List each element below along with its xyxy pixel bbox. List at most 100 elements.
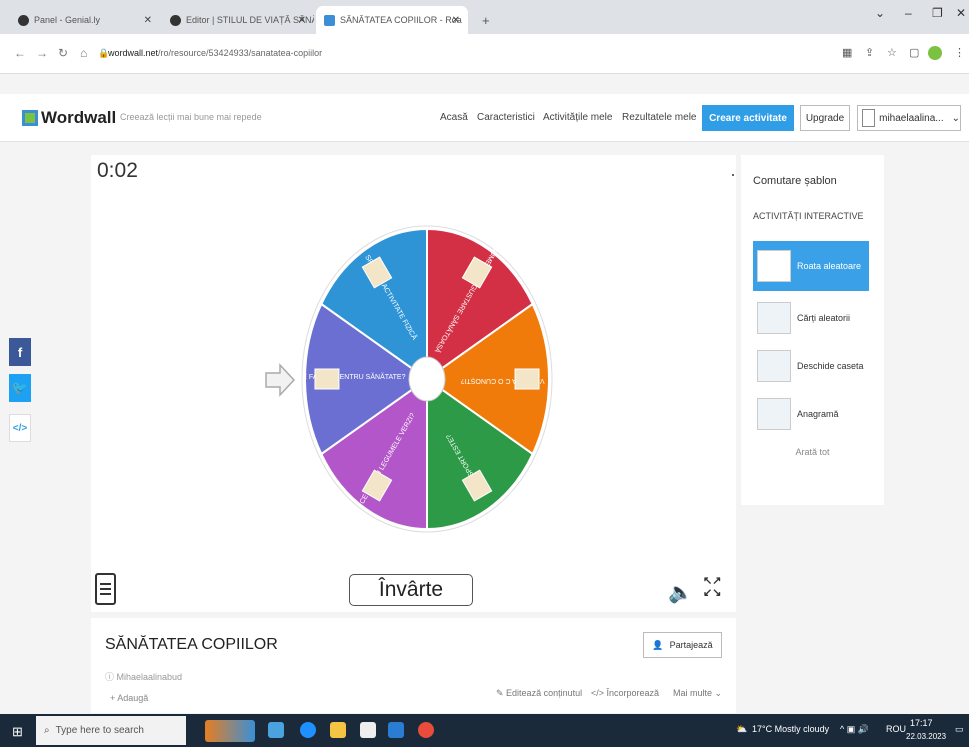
template-sidebar: Comutare șablon ACTIVITĂȚI INTERACTIVE R… (741, 155, 884, 505)
tab-label: Panel - Genial.ly (34, 15, 101, 25)
genially-favicon-icon (170, 14, 181, 26)
upgrade-button[interactable]: Upgrade (800, 105, 850, 131)
avatar (862, 109, 876, 127)
show-all-link[interactable]: Arată tot (741, 447, 884, 457)
timer: 0:02 (97, 159, 138, 182)
site-header: Wordwall Creează lecții mai bune mai rep… (0, 94, 969, 142)
browser-tab[interactable]: Panel - Genial.ly ✕ (10, 6, 160, 34)
weather-text[interactable]: 17°C Mostly cloudy (752, 724, 829, 734)
more-vert-icon[interactable]: ⋮ (954, 46, 965, 59)
spinner-wheel[interactable]: NUMEȘTE O GUSTARE SĂNĂTOASĂVITAMINA C O … (300, 220, 554, 538)
share-button[interactable]: 👤 Partajează (643, 632, 722, 658)
sound-icon[interactable]: 🔈 (668, 580, 693, 605)
translate-icon[interactable]: ▦ (842, 46, 852, 59)
taskbar-search[interactable]: ⌕ Type here to search (36, 716, 186, 745)
spin-button[interactable]: Învârte (349, 574, 473, 606)
template-open-box[interactable]: Deschide caseta (753, 341, 869, 391)
profile-avatar-icon[interactable] (928, 46, 942, 60)
sidepanel-icon[interactable]: ▢ (909, 46, 919, 59)
task-view-icon[interactable] (268, 722, 284, 738)
tab-label: Editor | STILUL DE VIAȚĂ SĂNĂT (186, 15, 314, 25)
chrome-icon[interactable] (418, 722, 434, 738)
close-icon[interactable]: ✕ (298, 15, 306, 26)
windows-start-icon[interactable]: ⊞ (12, 724, 23, 740)
wordwall-logo-icon (22, 110, 38, 126)
more-link[interactable]: Mai multe ⌄ (673, 688, 722, 699)
windows-taskbar: ⊞ ⌕ Type here to search ⛅ 17°C Mostly cl… (0, 714, 969, 747)
chevron-down-icon[interactable]: ⌄ (875, 6, 885, 20)
wheel-hub (408, 356, 446, 402)
browser-tab-active[interactable]: SĂNĂTATEA COPIILOR - Roa ✕ (316, 6, 468, 34)
file-explorer-icon[interactable] (330, 722, 346, 738)
template-label: Roata aleatoare (797, 261, 862, 271)
reload-icon[interactable]: ↻ (58, 46, 68, 60)
activity-menu-icon[interactable] (95, 573, 116, 605)
user-icon: ⓘ (105, 672, 117, 682)
wheel-template-icon (757, 250, 791, 282)
mail-icon[interactable] (360, 722, 376, 738)
embed-code-icon[interactable]: </> (9, 414, 31, 442)
twitter-share-icon[interactable]: 🐦 (9, 374, 31, 402)
url-host: wordwall.net (108, 48, 159, 58)
tray-icons[interactable]: ^ ▣ 🔊 (840, 724, 869, 735)
weather-icon: ⛅ (736, 724, 748, 734)
cards-template-icon (757, 302, 791, 334)
clock-time[interactable]: 17:17 (910, 718, 933, 728)
wordwall-logo[interactable]: Wordwall (22, 108, 116, 128)
star-icon[interactable]: ☆ (887, 46, 897, 59)
back-arrow-icon[interactable]: ← (14, 46, 26, 60)
chevron-down-icon: ⌄ (951, 112, 960, 124)
close-icon[interactable]: ✕ (144, 15, 152, 26)
action-label: Editează conținutul (506, 688, 583, 698)
new-tab-button[interactable]: + (474, 6, 494, 34)
notifications-icon[interactable]: ▭ (955, 724, 964, 735)
maximize-icon[interactable]: ❐ (932, 6, 943, 20)
user-menu-button[interactable]: mihaelaalina... ⌄ (857, 105, 961, 131)
create-activity-button[interactable]: Creare activitate (702, 105, 794, 131)
nav-my-activities[interactable]: Activitățile mele (543, 112, 612, 123)
template-random-cards[interactable]: Cărți aleatorii (753, 293, 869, 343)
box-template-icon (757, 350, 791, 382)
template-random-wheel[interactable]: Roata aleatoare (753, 241, 869, 291)
embed-link[interactable]: </> Încorporează (591, 688, 659, 698)
template-anagram[interactable]: Anagramă (753, 389, 869, 439)
action-label: Încorporează (606, 688, 660, 698)
edge-icon[interactable] (300, 722, 316, 738)
segment-picture (314, 368, 340, 390)
tagline: Creează lecții mai bune mai repede (120, 112, 262, 122)
genially-favicon-icon (18, 14, 29, 26)
template-label: Cărți aleatorii (797, 313, 851, 323)
word-icon[interactable] (388, 722, 404, 738)
facebook-share-icon[interactable]: f (9, 338, 31, 366)
nav-features[interactable]: Caracteristici (477, 112, 535, 123)
edit-content-link[interactable]: ✎ Editează conținutul (496, 688, 582, 699)
author[interactable]: ⓘ Mihaelaalinabud (105, 670, 182, 683)
clock-date[interactable]: 22.03.2023 (906, 732, 946, 741)
search-icon: ⌕ (44, 725, 50, 736)
url-path: /ro/resource/53424933/sanatatea-copiilor (158, 48, 323, 58)
add-link[interactable]: + Adaugă (110, 693, 148, 703)
wordwall-favicon-icon (324, 14, 335, 26)
forward-arrow-icon[interactable]: → (36, 46, 48, 60)
share-icon[interactable]: ⇪ (865, 46, 874, 59)
nav-home[interactable]: Acasă (440, 112, 468, 123)
address-bar: ← → ↻ ⌂ 🔒 wordwall.net/ro/resource/53424… (0, 34, 969, 74)
close-icon[interactable]: ✕ (452, 15, 460, 26)
home-icon[interactable]: ⌂ (80, 46, 87, 60)
browser-tab[interactable]: Editor | STILUL DE VIAȚĂ SĂNĂT ✕ (162, 6, 314, 34)
segment-picture (514, 368, 540, 390)
person-icon: 👤 (652, 639, 664, 650)
logo-text: Wordwall (41, 108, 117, 127)
language-indicator[interactable]: ROU (886, 724, 906, 734)
sidebar-subtitle: ACTIVITĂȚI INTERACTIVE (753, 211, 864, 221)
action-label: Mai multe (673, 688, 713, 698)
user-name: mihaelaalina... (879, 112, 944, 124)
window-close-icon[interactable]: ✕ (956, 6, 966, 20)
url-field[interactable]: wordwall.net/ro/resource/53424933/sanata… (108, 48, 322, 58)
nav-my-results[interactable]: Rezultatele mele (622, 112, 696, 123)
tab-label: SĂNĂTATEA COPIILOR - Roa (340, 15, 462, 25)
page-title: SĂNĂTATEA COPIILOR (105, 636, 278, 653)
minimize-icon[interactable]: – (905, 6, 912, 20)
fullscreen-icon[interactable]: ↖↗ ↙↘ (703, 575, 721, 599)
news-widget-icon[interactable] (205, 720, 255, 742)
